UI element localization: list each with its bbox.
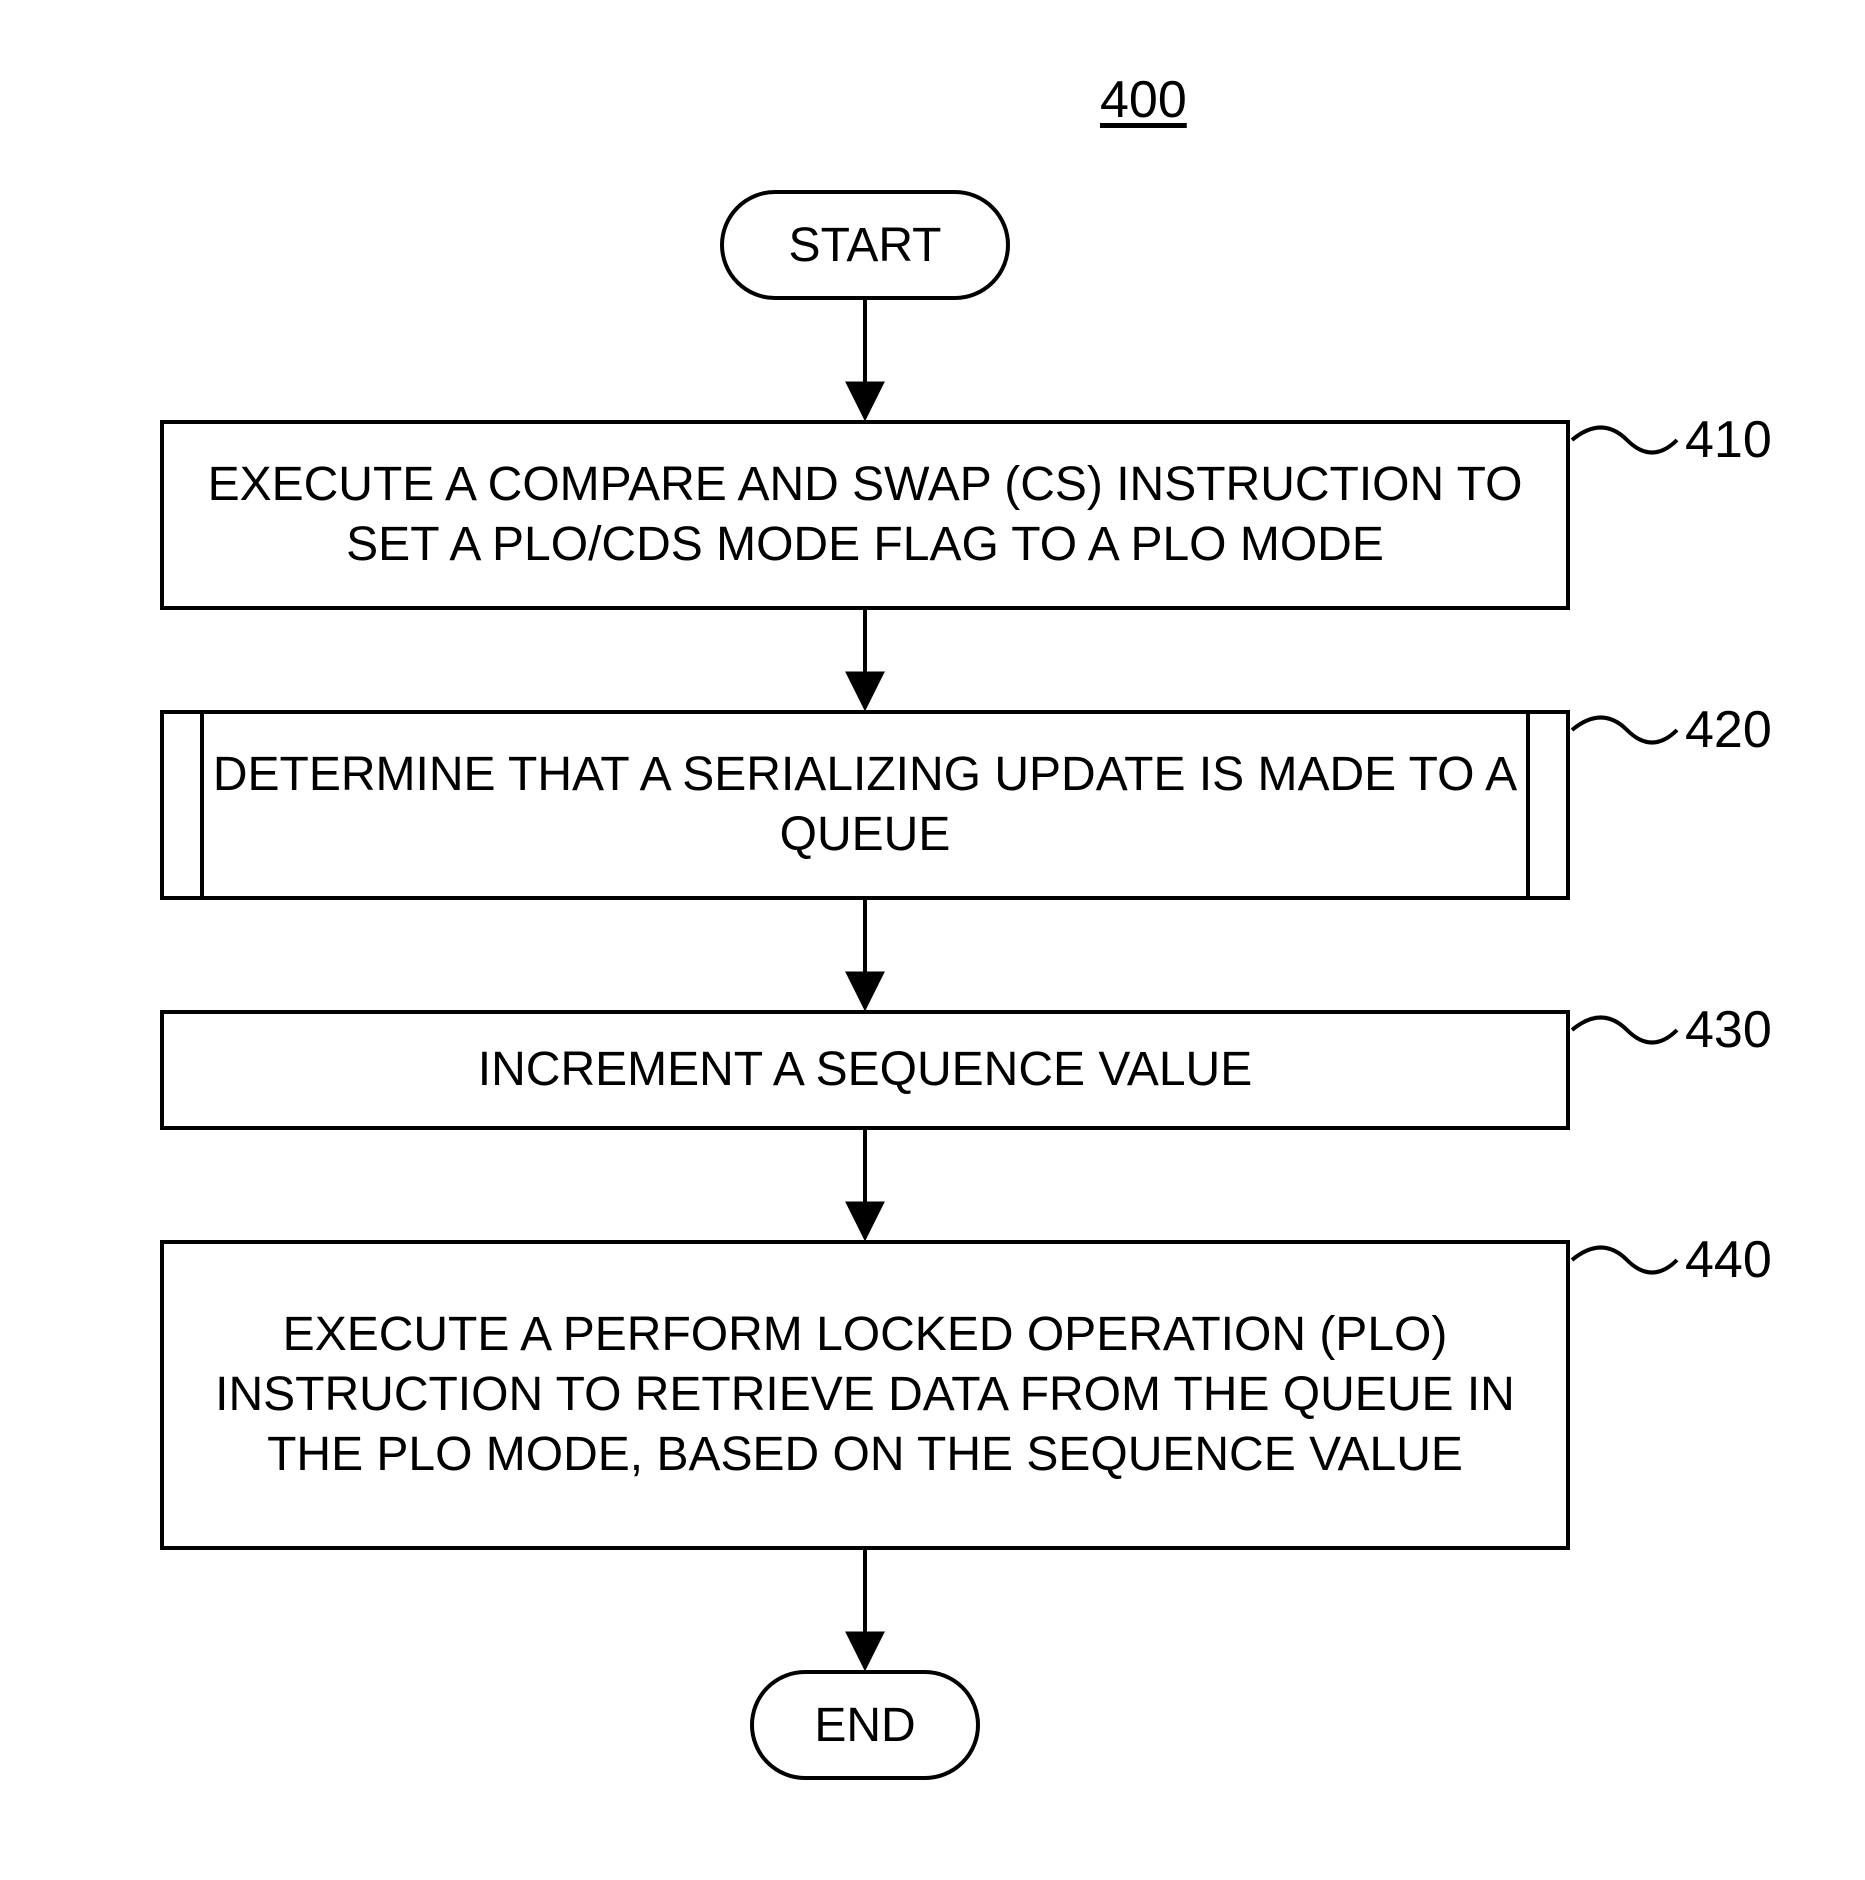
process-440: EXECUTE A PERFORM LOCKED OPERATION (PLO)…	[160, 1240, 1570, 1550]
start-label: START	[789, 218, 942, 273]
process-430-text: INCREMENT A SEQUENCE VALUE	[478, 1040, 1252, 1100]
ref-440: 440	[1685, 1230, 1772, 1290]
start-terminator: START	[720, 190, 1010, 300]
ref-430: 430	[1685, 1000, 1772, 1060]
figure-id: 400	[1100, 70, 1187, 130]
end-terminator: END	[750, 1670, 980, 1780]
end-label: END	[814, 1698, 915, 1753]
process-410-text: EXECUTE A COMPARE AND SWAP (CS) INSTRUCT…	[204, 455, 1526, 575]
process-410: EXECUTE A COMPARE AND SWAP (CS) INSTRUCT…	[160, 420, 1570, 610]
process-420-text: DETERMINE THAT A SERIALIZING UPDATE IS M…	[204, 745, 1526, 865]
process-440-text: EXECUTE A PERFORM LOCKED OPERATION (PLO)…	[204, 1305, 1526, 1485]
process-420: DETERMINE THAT A SERIALIZING UPDATE IS M…	[160, 710, 1570, 900]
ref-420: 420	[1685, 700, 1772, 760]
flowchart-canvas: 400 START EXECUTE A COMPARE AND SWAP (CS…	[0, 0, 1865, 1880]
ref-410: 410	[1685, 410, 1772, 470]
process-430: INCREMENT A SEQUENCE VALUE	[160, 1010, 1570, 1130]
